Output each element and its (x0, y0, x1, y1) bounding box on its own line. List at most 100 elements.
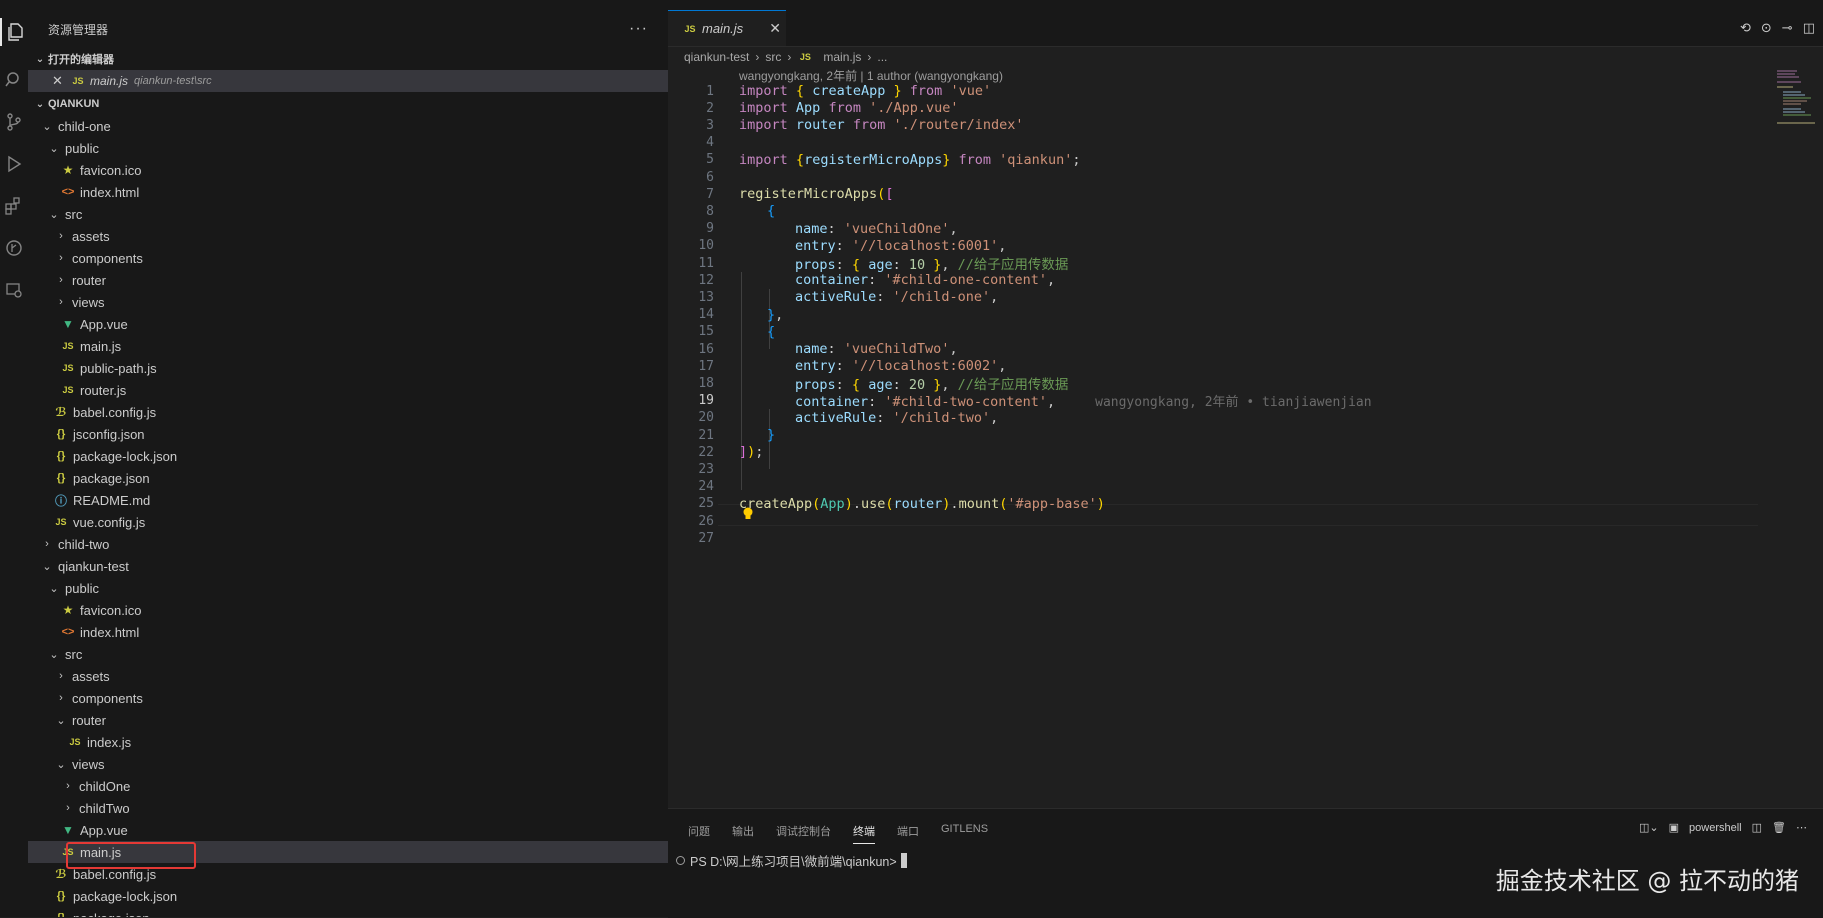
tree-item-label: public (65, 580, 99, 596)
folder-item[interactable]: › views (28, 291, 668, 313)
json-file-icon: {} (53, 912, 69, 917)
close-icon[interactable]: ✕ (52, 73, 70, 89)
folder-item[interactable]: ⌄ qiankun-test (28, 555, 668, 577)
folder-item[interactable]: › router (28, 269, 668, 291)
remote-explorer-icon[interactable] (0, 276, 28, 304)
chevron-right-icon: › (59, 296, 63, 308)
file-item[interactable]: ★ favicon.ico (28, 599, 668, 621)
open-editors-section[interactable]: ⌄ 打开的编辑器 (28, 48, 668, 70)
file-item[interactable]: JS main.js (28, 335, 668, 357)
file-item[interactable]: ▼ App.vue (28, 819, 668, 841)
chevron-right-icon: › (787, 50, 792, 64)
tab-ports[interactable]: 端口 (897, 823, 919, 844)
code-editor[interactable]: wangyongkang, 2年前 | 1 author (wangyongka… (668, 67, 1778, 807)
search-icon[interactable] (0, 66, 28, 94)
file-item[interactable]: {} package.json (28, 467, 668, 489)
next-change-icon[interactable]: ⊸ (1782, 20, 1793, 36)
tab-gitlens[interactable]: GITLENS (941, 823, 988, 844)
breadcrumb-item[interactable]: main.js (823, 50, 861, 64)
run-debug-icon[interactable] (0, 150, 28, 178)
file-item[interactable]: <> index.html (28, 621, 668, 643)
file-item[interactable]: <> index.html (28, 181, 668, 203)
js-file-icon: JS (62, 385, 74, 395)
folder-item[interactable]: › childTwo (28, 797, 668, 819)
explorer-icon[interactable] (0, 18, 30, 46)
file-item[interactable]: ★ favicon.ico (28, 159, 668, 181)
tree-item-label: index.html (80, 184, 140, 200)
folder-item[interactable]: › child-two (28, 533, 668, 555)
split-terminal-icon[interactable]: ◫ (1752, 821, 1762, 834)
more-actions-icon[interactable]: ··· (629, 20, 648, 38)
tree-item-label: qiankun-test (58, 558, 129, 574)
folder-item[interactable]: ⌄ src (28, 643, 668, 665)
breadcrumb-item[interactable]: ... (877, 50, 887, 64)
open-editor-item[interactable]: ✕ JS main.js qiankun-test\src (28, 70, 668, 92)
json-file-icon: {} (56, 450, 66, 462)
tab-main-js[interactable]: JS main.js ✕ (668, 10, 786, 46)
js-file-icon: JS (684, 23, 696, 34)
extensions-icon[interactable] (0, 192, 28, 220)
favicon-file-icon: ★ (62, 603, 74, 617)
source-control-icon[interactable] (0, 108, 28, 136)
workspace-section[interactable]: ⌄ QIANKUN (28, 93, 668, 115)
folder-item[interactable]: ⌄ child-one (28, 115, 668, 137)
folder-item[interactable]: › assets (28, 225, 668, 247)
tree-item-label: childOne (79, 778, 131, 794)
file-item[interactable]: {} package-lock.json (28, 885, 668, 907)
folder-item[interactable]: ⌄ router (28, 709, 668, 731)
split-editor-icon[interactable]: ◫ (1803, 20, 1815, 36)
terminal-shell-name[interactable]: powershell (1689, 822, 1742, 834)
file-item[interactable]: JS router.js (28, 379, 668, 401)
folder-item[interactable]: ⌄ src (28, 203, 668, 225)
file-item[interactable]: {} package.json (28, 907, 668, 918)
tab-close-icon[interactable]: ✕ (769, 20, 781, 37)
vue-file-icon: ▼ (62, 823, 74, 837)
chevron-down-icon: ⌄ (49, 208, 59, 221)
file-item[interactable]: JS public-path.js (28, 357, 668, 379)
new-terminal-icon[interactable]: ◫⌄ (1639, 821, 1659, 834)
line-number: 24 (698, 479, 714, 495)
terminal[interactable]: PS D:\网上练习项目\微前端\qiankun> (676, 851, 907, 870)
file-item[interactable]: ▼ App.vue (28, 313, 668, 335)
tab-problems[interactable]: 问题 (688, 823, 710, 844)
tree-item-label: favicon.ico (80, 162, 142, 178)
folder-item[interactable]: › components (28, 687, 668, 709)
line-number: 6 (706, 169, 714, 185)
file-item[interactable]: ℬbabel.config.js (28, 401, 668, 423)
more-actions-icon[interactable]: ⋯ (1796, 821, 1807, 834)
previous-change-icon[interactable]: ⊙ (1761, 20, 1772, 36)
tree-item-label: App.vue (80, 822, 128, 838)
breadcrumb-item[interactable]: qiankun-test (684, 50, 749, 64)
panel-actions: ◫⌄ ▣ powershell ◫ 🗑 ⋯ (1639, 821, 1807, 835)
chevron-right-icon: › (59, 230, 63, 242)
chevron-down-icon: ⌄ (56, 714, 66, 727)
chevron-down-icon: ⌄ (49, 582, 59, 595)
breadcrumb: qiankun-test › src › JS main.js › ... (684, 47, 887, 67)
folder-item[interactable]: › childOne (28, 775, 668, 797)
tab-debug-console[interactable]: 调试控制台 (776, 823, 831, 844)
chevron-right-icon: › (59, 670, 63, 682)
folder-item[interactable]: ⌄ views (28, 753, 668, 775)
chevron-right-icon: › (59, 274, 63, 286)
open-changes-icon[interactable]: ⟲ (1740, 20, 1751, 36)
tab-output[interactable]: 输出 (732, 823, 754, 844)
folder-item[interactable]: › components (28, 247, 668, 269)
minimap[interactable] (1775, 67, 1819, 127)
breadcrumb-item[interactable]: src (765, 50, 781, 64)
file-item[interactable]: JS index.js (28, 731, 668, 753)
trash-icon[interactable]: 🗑 (1772, 821, 1786, 834)
folder-item[interactable]: › assets (28, 665, 668, 687)
file-item[interactable]: {} package-lock.json (28, 445, 668, 467)
folder-item[interactable]: ⌄ public (28, 577, 668, 599)
chevron-right-icon: › (755, 50, 760, 64)
file-item[interactable]: JS vue.config.js (28, 511, 668, 533)
babel-file-icon: ℬ (55, 867, 67, 881)
gitlens-icon[interactable] (0, 234, 28, 262)
explorer-sidebar: 资源管理器 ··· ⌄ 打开的编辑器 ✕ JS main.js qiankun-… (28, 10, 668, 917)
tab-terminal[interactable]: 终端 (853, 823, 875, 844)
line-number: 4 (706, 135, 714, 151)
code-line: createApp(App).use(router).mount('#app-b… (739, 495, 1105, 512)
file-item[interactable]: ⓘ README.md (28, 489, 668, 511)
folder-item[interactable]: ⌄ public (28, 137, 668, 159)
file-item[interactable]: {} jsconfig.json (28, 423, 668, 445)
